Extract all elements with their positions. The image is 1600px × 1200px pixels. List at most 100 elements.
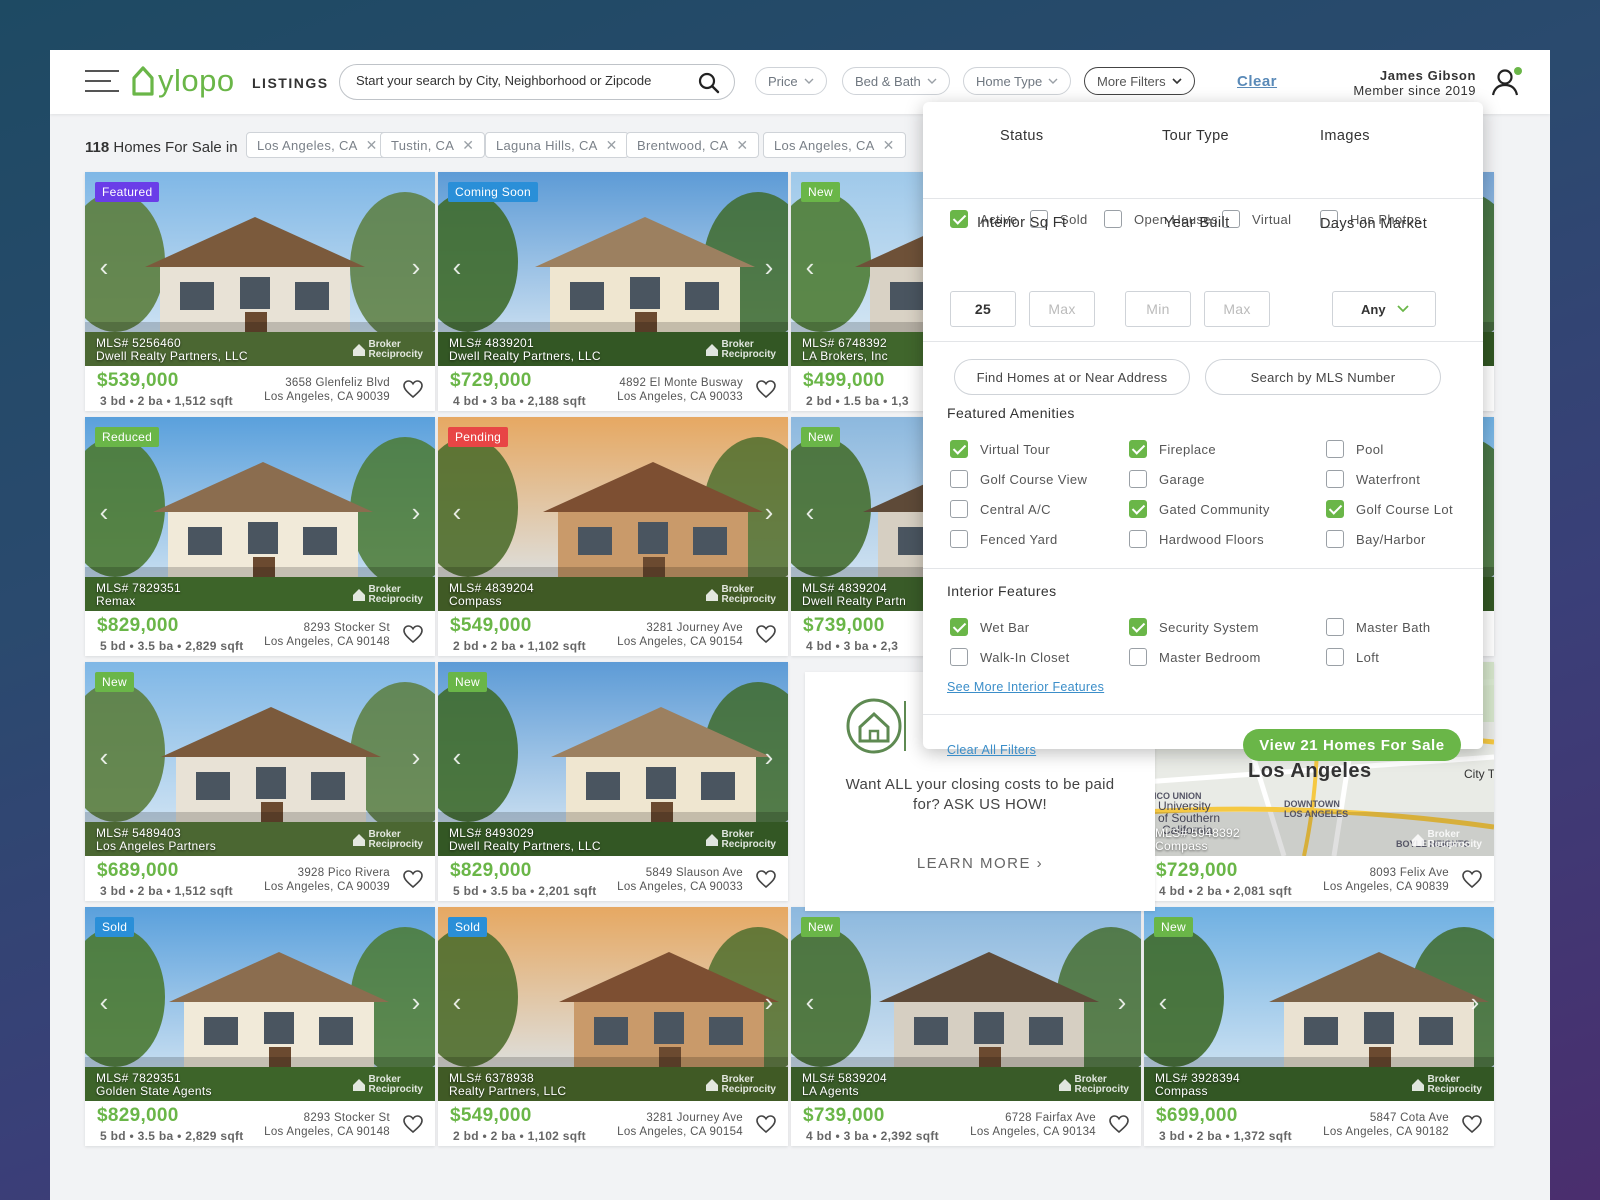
favorite-heart-icon[interactable]: [756, 380, 776, 398]
amenity-checkbox[interactable]: Waterfront: [1326, 470, 1420, 488]
amenity-checkbox[interactable]: Bay/Harbor: [1326, 530, 1426, 548]
checkbox-icon[interactable]: [1326, 440, 1344, 458]
favorite-heart-icon[interactable]: [1462, 870, 1482, 888]
checkbox-icon[interactable]: [1104, 210, 1122, 228]
search-input[interactable]: [356, 73, 686, 88]
photo-prev-arrow-icon[interactable]: ‹: [448, 989, 466, 1015]
listing-photo-area[interactable]: New ‹ › MLS# 3928394 Compass Broker Reciprocit…: [1144, 907, 1494, 1101]
amenity-checkbox[interactable]: Gated Community: [1129, 500, 1270, 518]
amenity-checkbox[interactable]: Pool: [1326, 440, 1384, 458]
listing-photo-area[interactable]: Featured ‹ › MLS# 5256460 Dwell Realty Partn…: [85, 172, 435, 366]
close-icon[interactable]: ✕: [366, 137, 378, 154]
find-homes-near-address-button[interactable]: Find Homes at or Near Address: [954, 359, 1190, 395]
listing-photo-area[interactable]: Sold ‹ › MLS# 7829351 Golden State Agents Bro…: [85, 907, 435, 1101]
checkbox-icon[interactable]: [950, 648, 968, 666]
checkbox-icon[interactable]: [1129, 530, 1147, 548]
interior-feature-checkbox[interactable]: Loft: [1326, 648, 1379, 666]
close-icon[interactable]: ✕: [462, 137, 474, 154]
favorite-heart-icon[interactable]: [403, 1115, 423, 1133]
photo-next-arrow-icon[interactable]: ›: [407, 744, 425, 770]
favorite-heart-icon[interactable]: [1462, 1115, 1482, 1133]
listing-card[interactable]: Sold ‹ › MLS# 7829351 Golden State Agents Bro…: [85, 907, 435, 1146]
amenity-checkbox[interactable]: Fireplace: [1129, 440, 1216, 458]
photo-next-arrow-icon[interactable]: ›: [1113, 989, 1131, 1015]
checkbox-icon[interactable]: [1129, 470, 1147, 488]
filter-bed-bath-button[interactable]: Bed & Bath: [842, 67, 950, 95]
listing-photo-area[interactable]: Pending ‹ › MLS# 4839204 Compass Broker Recipr…: [438, 417, 788, 611]
listing-photo-area[interactable]: Sold ‹ › MLS# 6378938 Realty Partners, LLC Br…: [438, 907, 788, 1101]
listing-card[interactable]: Reduced ‹ › MLS# 7829351 Remax Broker Reciproc…: [85, 417, 435, 656]
photo-prev-arrow-icon[interactable]: ‹: [448, 254, 466, 280]
learn-more-link[interactable]: LEARN MORE ›: [805, 855, 1155, 872]
listing-card[interactable]: New ‹ › MLS# 5839204 LA Agents Broker Reciproc…: [791, 907, 1141, 1146]
listing-card[interactable]: New ‹ › MLS# 3928394 Compass Broker Reciprocit…: [1144, 907, 1494, 1146]
listing-photo-area[interactable]: New ‹ › MLS# 8493029 Dwell Realty Partners, …: [438, 662, 788, 856]
listing-photo-area[interactable]: New ‹ › MLS# 5839204 LA Agents Broker Reciproc…: [791, 907, 1141, 1101]
amenity-checkbox[interactable]: Fenced Yard: [950, 530, 1058, 548]
location-chip[interactable]: Brentwood, CA ✕: [626, 132, 760, 158]
checkbox-icon[interactable]: [1129, 618, 1147, 636]
user-avatar-icon[interactable]: [1490, 67, 1522, 97]
checkbox-icon[interactable]: [950, 618, 968, 636]
listing-card[interactable]: New ‹ › MLS# 8493029 Dwell Realty Partners, …: [438, 662, 788, 901]
search-icon[interactable]: [698, 72, 720, 94]
favorite-heart-icon[interactable]: [403, 380, 423, 398]
filter-home-type-button[interactable]: Home Type: [963, 67, 1072, 95]
close-icon[interactable]: ✕: [606, 137, 618, 154]
photo-next-arrow-icon[interactable]: ›: [760, 499, 778, 525]
nav-listings[interactable]: LISTINGS: [252, 75, 329, 91]
checkbox-icon[interactable]: [950, 210, 968, 228]
photo-prev-arrow-icon[interactable]: ‹: [95, 989, 113, 1015]
photo-prev-arrow-icon[interactable]: ‹: [801, 254, 819, 280]
filter-price-button[interactable]: Price: [755, 67, 827, 95]
listing-photo-area[interactable]: Coming Soon ‹ › MLS# 4839201 Dwell Realty Pa…: [438, 172, 788, 366]
favorite-heart-icon[interactable]: [1109, 1115, 1129, 1133]
listing-photo-area[interactable]: Reduced ‹ › MLS# 7829351 Remax Broker Reciproc…: [85, 417, 435, 611]
checkbox-icon[interactable]: [1129, 440, 1147, 458]
view-homes-button[interactable]: View 21 Homes For Sale: [1243, 729, 1461, 761]
photo-next-arrow-icon[interactable]: ›: [1466, 989, 1484, 1015]
clear-all-filters-link[interactable]: Clear All Filters: [947, 743, 1036, 757]
listing-card[interactable]: Featured ‹ › MLS# 5256460 Dwell Realty Partn…: [85, 172, 435, 411]
interior-feature-checkbox[interactable]: Wet Bar: [950, 618, 1030, 636]
checkbox-icon[interactable]: [1326, 500, 1344, 518]
favorite-heart-icon[interactable]: [756, 1115, 776, 1133]
photo-next-arrow-icon[interactable]: ›: [407, 499, 425, 525]
user-info[interactable]: James Gibson Member since 2019: [1353, 68, 1476, 98]
days-on-market-select[interactable]: Any: [1332, 291, 1436, 327]
interior-feature-checkbox[interactable]: Walk-In Closet: [950, 648, 1070, 666]
photo-prev-arrow-icon[interactable]: ‹: [801, 989, 819, 1015]
checkbox-icon[interactable]: [1326, 648, 1344, 666]
year-max-input[interactable]: Max: [1204, 291, 1270, 327]
photo-prev-arrow-icon[interactable]: ‹: [448, 744, 466, 770]
sqft-max-input[interactable]: Max: [1029, 291, 1095, 327]
checkbox-icon[interactable]: [1129, 500, 1147, 518]
location-chip[interactable]: Los Angeles, CA ✕: [763, 132, 906, 158]
checkbox-icon[interactable]: [1326, 618, 1344, 636]
location-chip[interactable]: Los Angeles, CA ✕: [246, 132, 389, 158]
favorite-heart-icon[interactable]: [756, 870, 776, 888]
photo-next-arrow-icon[interactable]: ›: [760, 744, 778, 770]
hamburger-menu-icon[interactable]: [85, 70, 119, 94]
checkbox-icon[interactable]: [950, 530, 968, 548]
search-by-mls-button[interactable]: Search by MLS Number: [1205, 359, 1441, 395]
checkbox-icon[interactable]: [950, 440, 968, 458]
location-chip[interactable]: Tustin, CA ✕: [380, 132, 486, 158]
amenity-checkbox[interactable]: Virtual Tour: [950, 440, 1050, 458]
checkbox-icon[interactable]: [1326, 470, 1344, 488]
photo-prev-arrow-icon[interactable]: ‹: [95, 744, 113, 770]
amenity-checkbox[interactable]: Golf Course View: [950, 470, 1087, 488]
listing-card[interactable]: Sold ‹ › MLS# 6378938 Realty Partners, LLC Br…: [438, 907, 788, 1146]
photo-prev-arrow-icon[interactable]: ‹: [95, 254, 113, 280]
sqft-min-input[interactable]: 25: [950, 291, 1016, 327]
close-icon[interactable]: ✕: [883, 137, 895, 154]
amenity-checkbox[interactable]: Central A/C: [950, 500, 1051, 518]
listing-photo-area[interactable]: New ‹ › MLS# 5489403 Los Angeles Partners Bro…: [85, 662, 435, 856]
tour-virtual-checkbox[interactable]: Virtual: [1222, 210, 1291, 228]
year-min-input[interactable]: Min: [1125, 291, 1191, 327]
amenity-checkbox[interactable]: Golf Course Lot: [1326, 500, 1453, 518]
location-chip[interactable]: Laguna Hills, CA ✕: [485, 132, 629, 158]
amenity-checkbox[interactable]: Hardwood Floors: [1129, 530, 1264, 548]
favorite-heart-icon[interactable]: [756, 625, 776, 643]
checkbox-icon[interactable]: [1326, 530, 1344, 548]
